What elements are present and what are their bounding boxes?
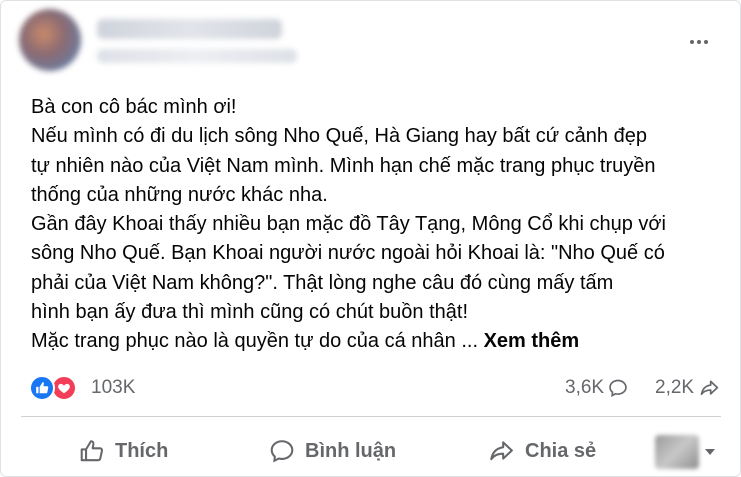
post-card: Bà con cô bác mình ơi! Nếu mình có đi du… bbox=[0, 0, 741, 477]
comment-button[interactable]: Bình luận bbox=[269, 429, 396, 473]
comment-count[interactable]: 3,6K bbox=[565, 377, 628, 399]
profile-avatar-blurred bbox=[655, 435, 699, 469]
share-arrow-icon bbox=[700, 380, 719, 396]
share-icon bbox=[490, 441, 513, 461]
like-button[interactable]: Thích bbox=[79, 429, 168, 473]
more-horizontal-icon bbox=[690, 40, 708, 44]
post-actions: Thích Bình luận Chia sẻ bbox=[1, 429, 741, 473]
reactions-summary: 103K 3,6K 2,2K bbox=[29, 373, 719, 403]
share-count[interactable]: 2,2K bbox=[655, 377, 720, 399]
thumbs-up-icon bbox=[80, 440, 104, 462]
comment-button-label: Bình luận bbox=[305, 439, 397, 462]
post-line-truncated: Mặc trang phục nào là quyền tự do của cá… bbox=[31, 330, 484, 353]
post-line: Gần đây Khoai thấy nhiều bạn mặc đồ Tây … bbox=[31, 213, 666, 236]
chevron-down-icon bbox=[705, 449, 715, 455]
post-line: Nếu mình có đi du lịch sông Nho Quế, Hà … bbox=[31, 125, 647, 148]
like-button-label: Thích bbox=[115, 439, 169, 462]
post-line-last: Mặc trang phục nào là quyền tự do của cá… bbox=[31, 327, 731, 356]
share-button[interactable]: Chia sẻ bbox=[487, 429, 596, 473]
post-line: phải của Việt Nam không?". Thật lòng ngh… bbox=[31, 271, 614, 294]
reaction-icons[interactable] bbox=[29, 375, 85, 403]
post-meta-blurred bbox=[97, 49, 297, 63]
post-line: Bà con cô bác mình ơi! bbox=[31, 96, 237, 118]
post-header bbox=[1, 1, 741, 81]
post-line: tự nhiên nào của Việt Nam mình. Mình hạn… bbox=[31, 154, 656, 177]
more-options-button[interactable] bbox=[681, 27, 717, 57]
comment-icon bbox=[270, 440, 294, 463]
see-more-link[interactable]: Xem thêm bbox=[484, 330, 580, 352]
share-button-label: Chia sẻ bbox=[525, 439, 597, 462]
actions-divider bbox=[21, 416, 721, 417]
comment-count-value: 3,6K bbox=[565, 377, 605, 398]
reaction-profile-selector[interactable] bbox=[655, 435, 717, 469]
post-line: thống của những nước khác nha. bbox=[31, 183, 328, 206]
comment-bubble-icon bbox=[609, 379, 627, 397]
post-line: hình bạn ấy đưa thì mình cũng có chút bu… bbox=[31, 301, 469, 324]
share-count-value: 2,2K bbox=[655, 377, 695, 398]
post-line: sông Nho Quế. Bạn Khoai người nước ngoài… bbox=[31, 242, 665, 265]
reaction-count[interactable]: 103K bbox=[91, 377, 135, 399]
author-avatar[interactable] bbox=[19, 9, 81, 71]
like-reaction-icon bbox=[29, 375, 55, 401]
author-name-blurred[interactable] bbox=[97, 19, 282, 39]
post-body: Bà con cô bác mình ơi! Nếu mình có đi du… bbox=[31, 93, 731, 357]
